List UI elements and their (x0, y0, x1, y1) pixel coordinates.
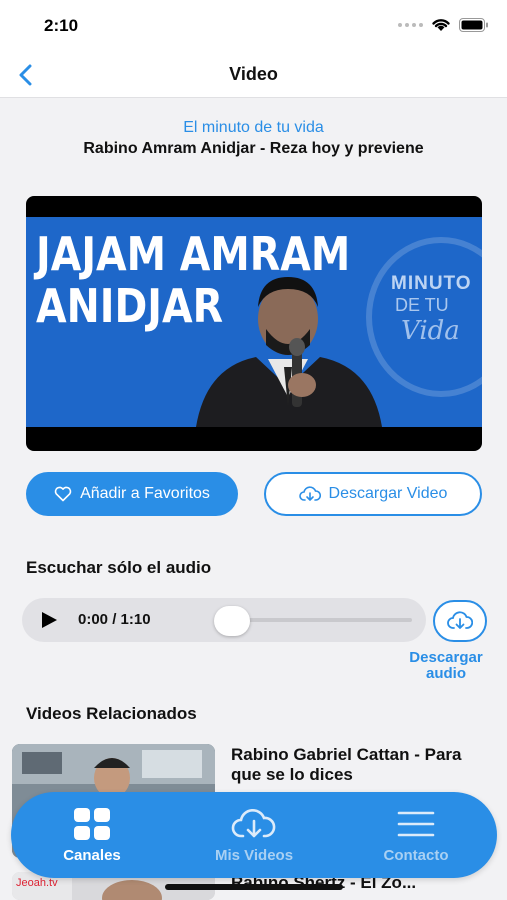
grid-icon (74, 807, 110, 840)
navigation-bar: Video (0, 52, 507, 98)
speaker-photo (196, 277, 382, 427)
audio-scrubber-handle[interactable] (214, 606, 250, 636)
download-audio-button[interactable] (433, 600, 487, 642)
svg-text:Jeoah.tv: Jeoah.tv (16, 877, 58, 889)
tab-bar: Canales Mis Videos Contacto (11, 792, 497, 878)
audio-section-heading: Escuchar sólo el audio (26, 558, 212, 577)
video-thumbnail: JAJAM AMRAM ANIDJAR MINUTO DE TU Vida (26, 217, 482, 427)
tab-mis-videos-label: Mis Videos (214, 846, 294, 864)
thumbnail-logo: MINUTO DE TU Vida (391, 273, 472, 346)
tab-mis-videos[interactable]: Mis Videos (173, 792, 335, 878)
add-to-favorites-label: Añadir a Favoritos (80, 485, 210, 502)
signal-dots-icon (398, 22, 423, 27)
channel-name[interactable]: El minuto de tu vida (0, 119, 507, 137)
cloud-download-icon (447, 611, 473, 629)
play-button[interactable] (40, 611, 58, 629)
download-audio-label[interactable]: Descargar audio (396, 650, 496, 682)
cloud-download-icon (231, 808, 276, 837)
status-icons (398, 17, 489, 32)
menu-icon (397, 811, 435, 836)
audio-time: 0:00 / 1:10 (78, 611, 151, 628)
related-videos-heading: Videos Relacionados (26, 704, 197, 723)
tab-canales-label: Canales (63, 846, 121, 864)
heart-icon (54, 486, 72, 502)
status-time: 2:10 (44, 16, 79, 35)
video-player[interactable]: JAJAM AMRAM ANIDJAR MINUTO DE TU Vida (26, 196, 482, 451)
video-title: Rabino Amram Anidjar - Reza hoy y previe… (83, 140, 424, 157)
thumbnail-logo-line3: Vida (401, 316, 460, 346)
download-video-button[interactable]: Descargar Video (264, 472, 482, 516)
page-title: Video (229, 64, 278, 84)
tab-canales[interactable]: Canales (11, 792, 173, 878)
home-indicator (165, 884, 343, 890)
battery-icon (459, 17, 488, 32)
tab-contacto[interactable]: Contacto (335, 792, 497, 878)
cloud-download-icon (298, 486, 321, 501)
status-bar: 2:10 (0, 0, 507, 52)
wifi-icon (432, 19, 450, 31)
related-video-title: Rabino Gabriel Cattan - Para que se lo d… (231, 745, 462, 784)
tab-contacto-label: Contacto (383, 846, 449, 864)
add-to-favorites-button[interactable]: Añadir a Favoritos (26, 472, 238, 516)
download-video-label: Descargar Video (328, 485, 448, 502)
thumbnail-logo-line1: MINUTO (391, 273, 472, 294)
thumbnail-logo-line2: DE TU (395, 295, 449, 315)
audio-progress-track[interactable] (232, 618, 412, 622)
